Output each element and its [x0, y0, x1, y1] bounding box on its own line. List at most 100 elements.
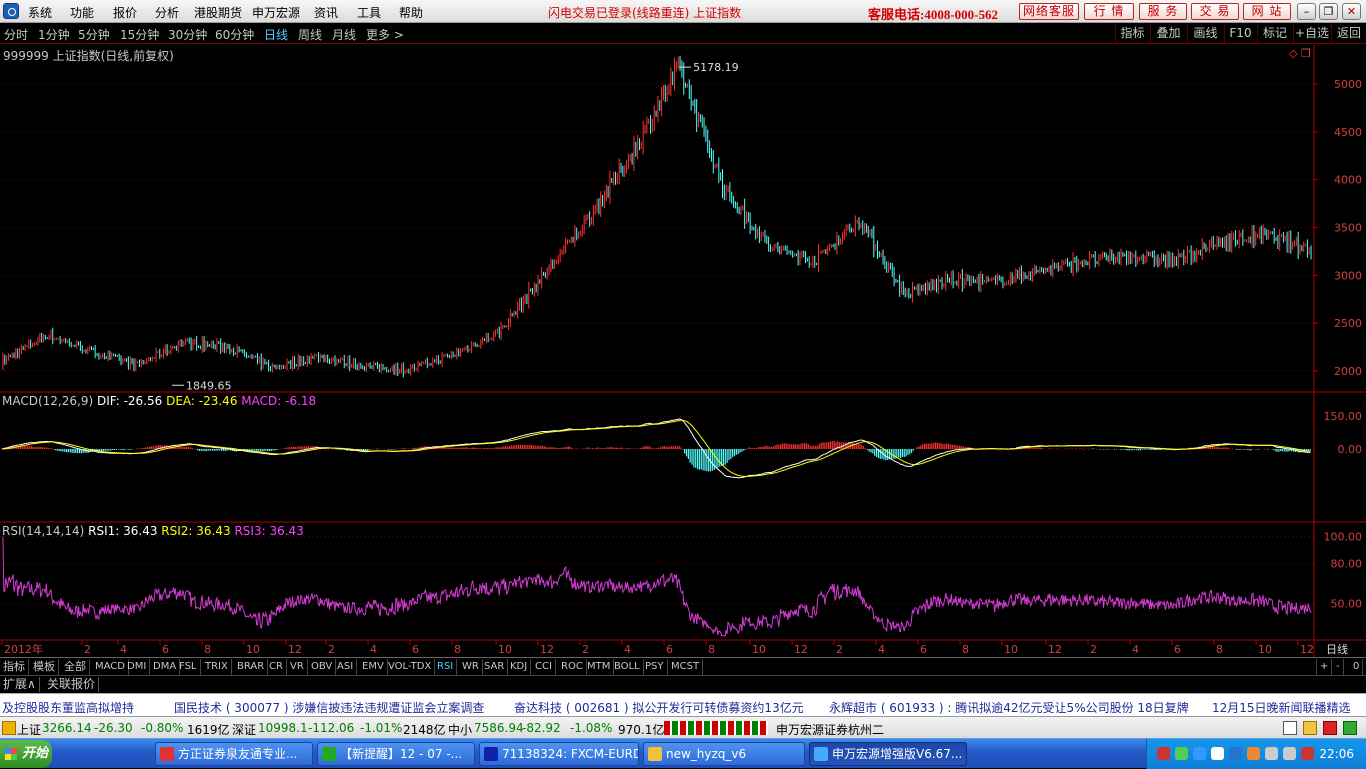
task-label: new_hyzq_v6: [666, 747, 747, 761]
task-fxcm[interactable]: 71138324: FXCM-EURD...: [479, 742, 639, 766]
bluetooth-icon[interactable]: [1229, 747, 1242, 760]
task-shenwan[interactable]: 申万宏源增强版V6.67...: [809, 742, 967, 766]
period-1min[interactable]: 1分钟: [38, 26, 70, 43]
services-button[interactable]: 服 务: [1139, 3, 1187, 20]
tab-all[interactable]: 全部: [61, 659, 90, 675]
minimize-button[interactable]: –: [1297, 3, 1316, 20]
chart-area[interactable]: 5000 4500 4000 3500 3000 2500 2000 5178.19 1849.…: [0, 45, 1366, 657]
tab-vol-tdx[interactable]: VOL-TDX: [385, 659, 436, 675]
sme-index-change: -82.92: [522, 721, 561, 735]
menu-quote[interactable]: 报价: [113, 4, 137, 21]
menu-function[interactable]: 功能: [70, 4, 94, 21]
menu-broker[interactable]: 申万宏源: [252, 4, 300, 21]
period-daily[interactable]: 日线: [264, 26, 288, 43]
menu-help[interactable]: 帮助: [399, 4, 423, 21]
menu-system[interactable]: 系统: [28, 4, 52, 21]
tab-sar[interactable]: SAR: [481, 659, 509, 675]
start-button[interactable]: 开始: [0, 740, 52, 768]
tab-rsi[interactable]: RSI: [434, 659, 458, 675]
news-item[interactable]: 12月15日晚新闻联播精选: [1212, 699, 1351, 716]
menu-tools[interactable]: 工具: [357, 4, 381, 21]
tab-fsl[interactable]: FSL: [176, 659, 201, 675]
period-weekly[interactable]: 周线: [298, 26, 322, 43]
tab-roc[interactable]: ROC: [558, 659, 587, 675]
period-more[interactable]: 更多 >: [366, 26, 404, 43]
tab-vr[interactable]: VR: [287, 659, 308, 675]
news-item[interactable]: 国民技术 ( 300077 ) 涉嫌信披违法违规遭证监会立案调查: [174, 699, 484, 716]
tab-cci[interactable]: CCI: [532, 659, 556, 675]
sh-index-amount: 1619亿: [187, 723, 230, 737]
sh-index-value: 3266.14: [42, 721, 92, 735]
menu-hk-futures[interactable]: 港股期货: [194, 4, 242, 21]
qq-icon[interactable]: [1193, 747, 1206, 760]
task-label: 申万宏源增强版V6.67...: [832, 747, 963, 761]
tab-kdj[interactable]: KDJ: [507, 659, 532, 675]
chart-toggle-icons[interactable]: ◇ ❐: [1289, 47, 1311, 60]
sh-index-label: 上证: [17, 723, 42, 737]
related-quotes-tab[interactable]: 关联报价: [44, 677, 100, 692]
message-icon[interactable]: [1303, 721, 1317, 735]
tab-brar[interactable]: BRAR: [234, 659, 269, 675]
window-icon[interactable]: [1283, 721, 1297, 735]
online-service-button[interactable]: 网络客服: [1019, 3, 1079, 20]
alert-icon[interactable]: [1323, 721, 1337, 735]
tab-mcst[interactable]: MCST: [668, 659, 704, 675]
expand-toggle[interactable]: 扩展∧: [0, 677, 40, 692]
zoom-in-button[interactable]: +: [1316, 659, 1333, 675]
website-button[interactable]: 网 站: [1243, 3, 1291, 20]
task-fangzheng[interactable]: 方正证券泉友通专业...: [155, 742, 313, 766]
period-5min[interactable]: 5分钟: [78, 26, 110, 43]
task-browser[interactable]: 【新提醒】12 - 07 -...: [317, 742, 475, 766]
news-item[interactable]: 及控股股东董监高拟增持: [2, 699, 134, 716]
reset-button[interactable]: 0: [1350, 659, 1364, 675]
quotes-button[interactable]: 行 情: [1084, 3, 1134, 20]
menu-analysis[interactable]: 分析: [155, 4, 179, 21]
close-button[interactable]: ✕: [1342, 3, 1361, 20]
volume-icon[interactable]: [1211, 747, 1224, 760]
back-button[interactable]: 返回: [1331, 24, 1366, 43]
app-logo-icon[interactable]: [3, 3, 19, 19]
news-item[interactable]: 永辉超市 ( 601933 ) : 腾讯拟逾42亿元受让5%公司股份 18日复牌: [829, 699, 1189, 716]
zoom-out-button[interactable]: -: [1333, 659, 1344, 675]
task-label: 方正证券泉友通专业...: [178, 747, 298, 761]
tab-template[interactable]: 模板: [30, 659, 59, 675]
security-icon[interactable]: [1247, 747, 1260, 760]
network-icon[interactable]: [1175, 747, 1188, 760]
tab-cr[interactable]: CR: [266, 659, 287, 675]
period-15min[interactable]: 15分钟: [120, 26, 159, 43]
clock[interactable]: 22:06: [1319, 747, 1354, 761]
tab-mtm[interactable]: MTM: [584, 659, 615, 675]
trade-button[interactable]: 交 易: [1191, 3, 1239, 20]
period-60min[interactable]: 60分钟: [215, 26, 254, 43]
tab-asi[interactable]: ASI: [334, 659, 358, 675]
task-folder[interactable]: new_hyzq_v6: [643, 742, 805, 766]
tab-trix[interactable]: TRIX: [202, 659, 232, 675]
tab-psy[interactable]: PSY: [642, 659, 668, 675]
period-monthly[interactable]: 月线: [332, 26, 356, 43]
f10-button[interactable]: F10: [1224, 24, 1256, 43]
restore-button[interactable]: ❐: [1319, 3, 1338, 20]
kline-chart[interactable]: 5000 4500 4000 3500 3000 2500 2000 5178.19 1849.…: [0, 45, 1366, 657]
tray-app-icon[interactable]: [1283, 747, 1296, 760]
x-tick-label: 8: [708, 643, 715, 656]
connection-icon: [1343, 721, 1357, 735]
tab-obv[interactable]: OBV: [308, 659, 337, 675]
tab-dmi[interactable]: DMI: [124, 659, 151, 675]
period-timeshare[interactable]: 分时: [4, 26, 28, 43]
flag-icon[interactable]: [1157, 747, 1170, 760]
period-30min[interactable]: 30分钟: [168, 26, 207, 43]
tab-emv[interactable]: EMV: [359, 659, 388, 675]
indicator-button[interactable]: 指标: [1115, 24, 1149, 43]
tab-indicator[interactable]: 指标: [0, 659, 29, 675]
news-item[interactable]: 奋达科技 ( 002681 ) 拟公开发行可转债募资约13亿元: [514, 699, 804, 716]
tray-app-icon[interactable]: [1265, 747, 1278, 760]
menu-news[interactable]: 资讯: [314, 4, 338, 21]
add-favorite-button[interactable]: +自选: [1293, 24, 1330, 43]
tab-boll[interactable]: BOLL: [611, 659, 644, 675]
mark-button[interactable]: 标记: [1257, 24, 1292, 43]
draw-line-button[interactable]: 画线: [1187, 24, 1223, 43]
folder-icon: [648, 747, 662, 761]
overlay-button[interactable]: 叠加: [1150, 24, 1186, 43]
tab-wr[interactable]: WR: [459, 659, 483, 675]
tray-app-icon[interactable]: [1301, 747, 1314, 760]
